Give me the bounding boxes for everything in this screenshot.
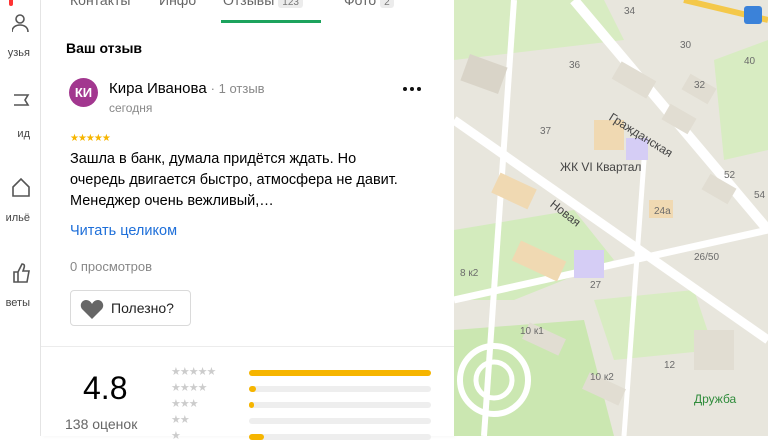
tab-reviews[interactable]: Отзывы 123 (223, 0, 303, 8)
read-more-link[interactable]: Читать целиком (70, 223, 177, 239)
rating-row-fill (249, 370, 431, 376)
author-line: Кира Иванова · 1 отзыв (109, 80, 265, 97)
nav-item-label: ид (17, 128, 30, 140)
rating-summary: 4.8 138 оценок ★★★★★ ★★★★ ★★★ ★★ ★ (41, 360, 454, 442)
rating-row-stars: ★★ (171, 414, 190, 426)
views-count: 0 просмотров (70, 259, 153, 274)
section-title: Ваш отзыв (66, 40, 143, 56)
org-panel: Контакты Инфо Отзывы 123 Фото 2 Ваш отзыв … (41, 0, 454, 442)
house-number: 54 (754, 190, 766, 201)
house-number: 34 (624, 6, 636, 17)
avatar[interactable]: КИ (69, 78, 98, 107)
house-number: 10 к2 (590, 372, 614, 383)
nav-item-housing[interactable]: ильё (0, 176, 40, 232)
house-number: 27 (590, 280, 602, 291)
house-number: 10 к1 (520, 326, 544, 337)
house-number: 8 к2 (460, 268, 479, 279)
tab-info[interactable]: Инфо (159, 0, 196, 8)
rating-row-track (249, 434, 431, 440)
rating-total: 138 оценок (65, 416, 138, 432)
rating-row-stars: ★★★★★ (171, 366, 216, 378)
house-number: 36 (569, 60, 581, 71)
nav-item-label: веты (5, 297, 30, 309)
flag-icon (14, 94, 30, 106)
active-tab-indicator (221, 20, 321, 23)
tab-contacts[interactable]: Контакты (70, 0, 130, 8)
nav-item-label: узья (7, 47, 30, 59)
rating-row-fill (249, 434, 264, 440)
house-number: 26/50 (694, 252, 720, 263)
rating-row-track (249, 370, 431, 376)
divider (41, 346, 454, 347)
helpful-button[interactable]: Полезно? (70, 290, 191, 326)
nav-item-tips[interactable]: веты (0, 262, 40, 318)
review-date: сегодня (109, 101, 153, 115)
more-options-icon[interactable] (401, 81, 423, 97)
map-canvas (454, 0, 768, 436)
helpful-label: Полезно? (111, 300, 174, 316)
heart-icon (80, 300, 104, 319)
rating-score: 4.8 (83, 370, 128, 406)
rating-row-track (249, 386, 431, 392)
author-review-count: · 1 отзыв (210, 81, 265, 96)
rating-row-fill (249, 386, 256, 392)
rating-row-fill (249, 402, 254, 408)
house-icon (12, 177, 30, 197)
nav-item-friends[interactable]: узья (0, 6, 40, 62)
thumb-up-icon (13, 263, 30, 283)
reviews-count-badge: 123 (278, 0, 303, 8)
nav-item-guide[interactable]: ид (0, 92, 40, 148)
place-label: ЖК VI Квартал (560, 160, 642, 174)
house-number: 52 (724, 170, 736, 181)
photos-count-badge: 2 (380, 0, 394, 8)
rating-row-track (249, 418, 431, 424)
house-number: 32 (694, 80, 706, 91)
rating-row-track (249, 402, 431, 408)
house-number: 12 (664, 360, 676, 371)
review-text: Зашла в банк, думала придётся ждать. Но … (70, 151, 398, 209)
house-number: 40 (744, 56, 756, 67)
people-icon (12, 14, 29, 33)
house-number: 30 (680, 40, 692, 51)
left-nav: узья ид ильё веты (0, 0, 41, 436)
review-stars: ★★★★★ (70, 133, 111, 144)
tab-photos[interactable]: Фото 2 (344, 0, 394, 8)
house-number: 37 (540, 126, 552, 137)
place-label: Дружба (694, 392, 737, 406)
author-name[interactable]: Кира Иванова (109, 80, 207, 97)
map-view[interactable]: Гражданская Новая ЖК VI Квартал Дружба 34 30 3… (454, 0, 768, 436)
nav-item-label: ильё (5, 212, 30, 224)
tabs-bar: Контакты Инфо Отзывы 123 Фото 2 (41, 0, 454, 23)
rating-row-stars: ★★★★ (171, 382, 207, 394)
house-number: 24а (654, 206, 671, 217)
rating-row-stars: ★★★ (171, 398, 199, 410)
